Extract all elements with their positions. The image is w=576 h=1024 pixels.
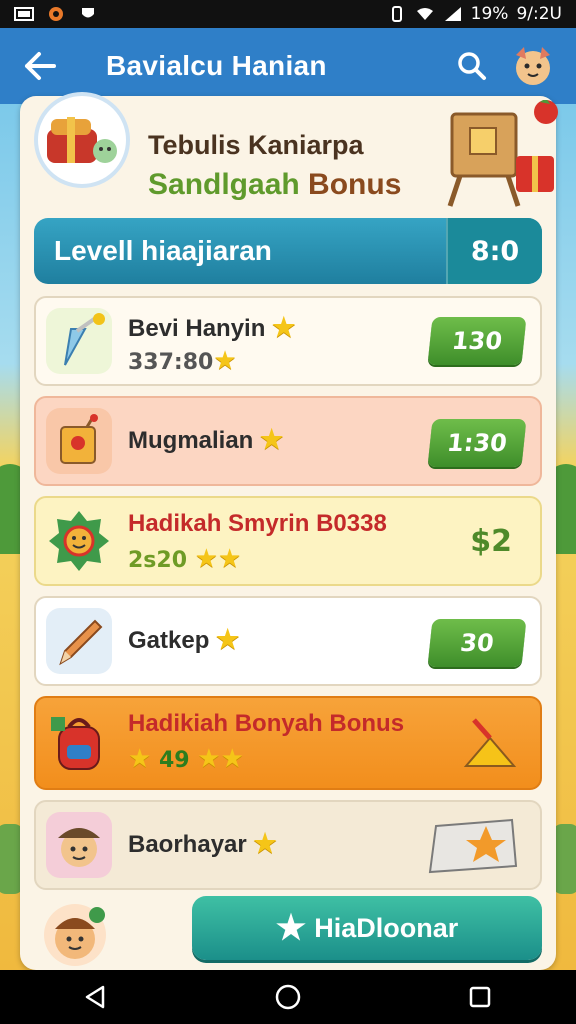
badge-icon — [49, 511, 109, 571]
task-name-text: Mugmalian — [128, 427, 254, 454]
task-name: Hadikiah Bonyah Bonus — [128, 710, 405, 737]
nav-home-button[interactable] — [258, 975, 318, 1019]
task-sub: ★ 49 ★★ — [128, 744, 244, 774]
task-sub: 337:80★ — [128, 346, 237, 376]
task-icon-box — [46, 408, 112, 474]
star-icon: ★ — [216, 624, 240, 654]
nav-recents-button[interactable] — [450, 975, 510, 1019]
nav-recents-icon — [469, 986, 491, 1008]
bottom-avatar — [44, 904, 106, 966]
star-icon: ★ — [194, 544, 219, 574]
star-icon: ★ — [220, 744, 244, 774]
header-title: Tebulis Kaniarpa — [148, 130, 364, 160]
star-icon: ★ — [213, 346, 237, 376]
header-avatar — [34, 92, 130, 188]
primary-button-label: HiaDloonar — [314, 912, 459, 943]
cheese-brush-icon — [463, 718, 517, 767]
level-label: Levell hiaajiaran — [54, 235, 272, 266]
header-subtitle-bonus: Bonus — [308, 168, 402, 201]
task-sub-text: 49 — [158, 748, 190, 773]
star-icon: ★ — [253, 828, 277, 858]
star-icon: ★ — [197, 744, 221, 774]
task-name-text: Gatkep — [128, 627, 210, 654]
back-button[interactable] — [18, 44, 62, 88]
reward-amount: $2 — [470, 524, 512, 559]
pencil-icon — [59, 619, 103, 666]
task-item[interactable]: Gatkep ★ 30 — [34, 596, 542, 686]
mascot-icon — [516, 47, 550, 85]
rewards-panel: Tebulis Kaniarpa Sandlgaah Bonus Levell … — [20, 92, 558, 970]
back-arrow-icon — [25, 52, 56, 80]
task-name-text: Bevi Hanyin — [128, 315, 266, 342]
task-icon-box — [46, 608, 112, 674]
wifi-icon — [416, 8, 433, 20]
task-name: Bevi Hanyin ★ — [128, 312, 295, 343]
character-icon — [55, 907, 105, 959]
task-item[interactable]: Hadikiah Bonyah Bonus ★ 49 ★★ — [34, 696, 542, 790]
book-star-icon — [428, 818, 518, 874]
nav-back-button[interactable] — [66, 975, 126, 1019]
notification-icon — [14, 7, 34, 21]
signal-icon — [444, 7, 461, 21]
star-icon: ★ — [260, 424, 284, 454]
task-sub: 2s20 ★★ — [128, 544, 241, 574]
header-card: Tebulis Kaniarpa Sandlgaah Bonus — [34, 92, 558, 210]
task-icon-box — [46, 710, 112, 776]
task-name: Baorhayar ★ — [128, 828, 277, 859]
task-sub-text: 2s20 — [128, 548, 188, 573]
task-sub-text: 337:80 — [128, 350, 214, 375]
task-name: Hadikah Smyrin B0338 — [128, 510, 387, 537]
star-icon: ★ — [275, 909, 307, 947]
star-icon: ★ — [128, 744, 152, 774]
task-name: Mugmalian ★ — [128, 424, 283, 455]
claim-reward-button[interactable]: 1:30 — [427, 419, 527, 467]
vibrate-icon — [391, 6, 402, 22]
task-icon-box — [46, 308, 112, 374]
star-icon: ★ — [272, 312, 296, 342]
header-subtitle-green: Sandlgaah — [148, 168, 300, 201]
level-value: 8:0 — [446, 218, 542, 284]
clock: 9/:2U — [516, 4, 562, 24]
nav-home-icon — [275, 984, 301, 1010]
treasure-bag-icon — [47, 117, 117, 163]
task-item[interactable]: Baorhayar ★ — [34, 800, 542, 890]
claim-reward-button[interactable]: 30 — [427, 619, 527, 667]
level-progress-bar[interactable]: Levell hiaajiaran 8:0 — [34, 218, 542, 284]
profile-mascot-button[interactable] — [508, 41, 558, 91]
primary-action-button[interactable]: ★ HiaDloonar — [192, 896, 542, 960]
battery-percent: 19% — [470, 4, 509, 24]
search-button[interactable] — [450, 44, 494, 88]
header-subtitle: Sandlgaah Bonus — [148, 168, 401, 202]
search-icon — [458, 52, 486, 80]
nav-back-icon — [85, 985, 105, 1009]
task-icon-box — [46, 812, 112, 878]
task-item[interactable]: Hadikah Smyrin B0338 2s20 ★★ $2 — [34, 496, 542, 586]
backpack-icon — [51, 717, 100, 770]
star-icon: ★ — [218, 544, 242, 574]
tag-icon — [60, 414, 98, 464]
brush-icon — [64, 313, 105, 366]
gallery-icon — [49, 7, 63, 21]
system-nav-bar — [0, 970, 576, 1024]
claim-reward-button[interactable]: 130 — [427, 317, 527, 365]
task-name: Gatkep ★ — [128, 624, 239, 655]
notice-board-icon — [447, 100, 558, 207]
status-bar: 19% 9/:2U — [0, 0, 576, 28]
task-item[interactable]: Bevi Hanyin ★ 337:80★ 130 — [34, 296, 542, 386]
task-item[interactable]: Mugmalian ★ 1:30 — [34, 396, 542, 486]
shield-icon — [82, 8, 94, 18]
avatar-icon — [58, 828, 100, 867]
task-name-text: Baorhayar — [128, 831, 247, 858]
app-title: Bavialcu Hanian — [106, 50, 327, 81]
task-icon-box — [46, 508, 112, 574]
